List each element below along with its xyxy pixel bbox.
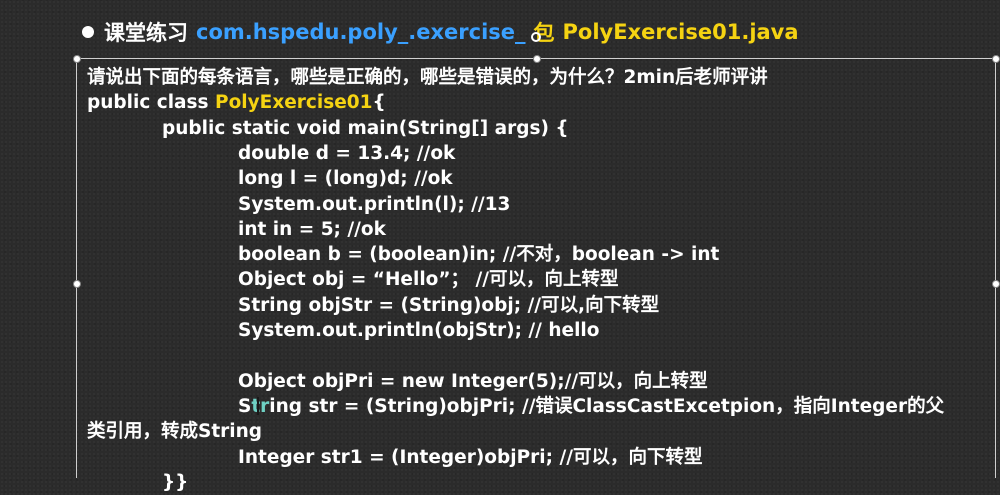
- closing-braces: }}: [162, 472, 189, 493]
- code-segment: ing str = (String)objPri; //错误ClassCastE…: [269, 396, 945, 417]
- question-text: 请说出下面的每条语言，哪些是正确的，哪些是错误的，为什么？2min后老师评讲: [87, 67, 768, 88]
- code-line: Object objPri = new Integer(5);//可以，向上转型: [238, 371, 708, 392]
- code-line: System.out.println(l); //13: [238, 194, 511, 215]
- resize-handle-top-right[interactable]: [992, 55, 1000, 63]
- text-cursor-icon: [257, 397, 259, 415]
- class-keyword: public class: [87, 92, 216, 113]
- title-label: 课堂练习: [104, 21, 188, 45]
- code-line: boolean b = (boolean)in; //不对，boolean ->…: [238, 244, 720, 265]
- bullet-icon: [82, 26, 94, 38]
- code-line-wrap: 类引用，转成String: [87, 421, 263, 442]
- title-package: com.hspedu.poly_.exercise_: [196, 20, 526, 44]
- resize-handle-middle-left[interactable]: [73, 280, 81, 288]
- code-line: int in = 5; //ok: [238, 219, 386, 240]
- main-declaration: public static void main(String[] args) {: [162, 118, 569, 139]
- class-brace: {: [372, 92, 386, 113]
- code-line: System.out.println(objStr); // hello: [238, 320, 600, 341]
- resize-handle-middle-right[interactable]: [992, 280, 1000, 288]
- rotate-handle-icon[interactable]: [531, 32, 541, 42]
- resize-handle-top-center[interactable]: [533, 55, 541, 63]
- title-file: PolyExercise01.java: [562, 20, 799, 44]
- code-line: String objStr = (String)obj; //可以,向下转型: [238, 295, 660, 316]
- selected-text: tr: [251, 396, 270, 417]
- resize-handle-top-left[interactable]: [73, 55, 81, 63]
- code-segment: S: [238, 396, 252, 417]
- slide-title: 课堂练习 com.hspedu.poly_.exercise_ 包 PolyEx…: [82, 14, 799, 50]
- code-line: Object obj = “Hello”； //可以，向上转型: [238, 269, 619, 290]
- code-line: long l = (long)d; //ok: [238, 168, 453, 189]
- class-name: PolyExercise01: [215, 92, 373, 113]
- code-line: double d = 13.4; //ok: [238, 143, 456, 164]
- class-declaration: public class PolyExercise01{: [87, 90, 386, 115]
- code-line-string-cast: String str = (String)objPri; //错误ClassCa…: [238, 394, 944, 419]
- code-line: Integer str1 = (Integer)objPri; //可以，向下转…: [238, 447, 703, 468]
